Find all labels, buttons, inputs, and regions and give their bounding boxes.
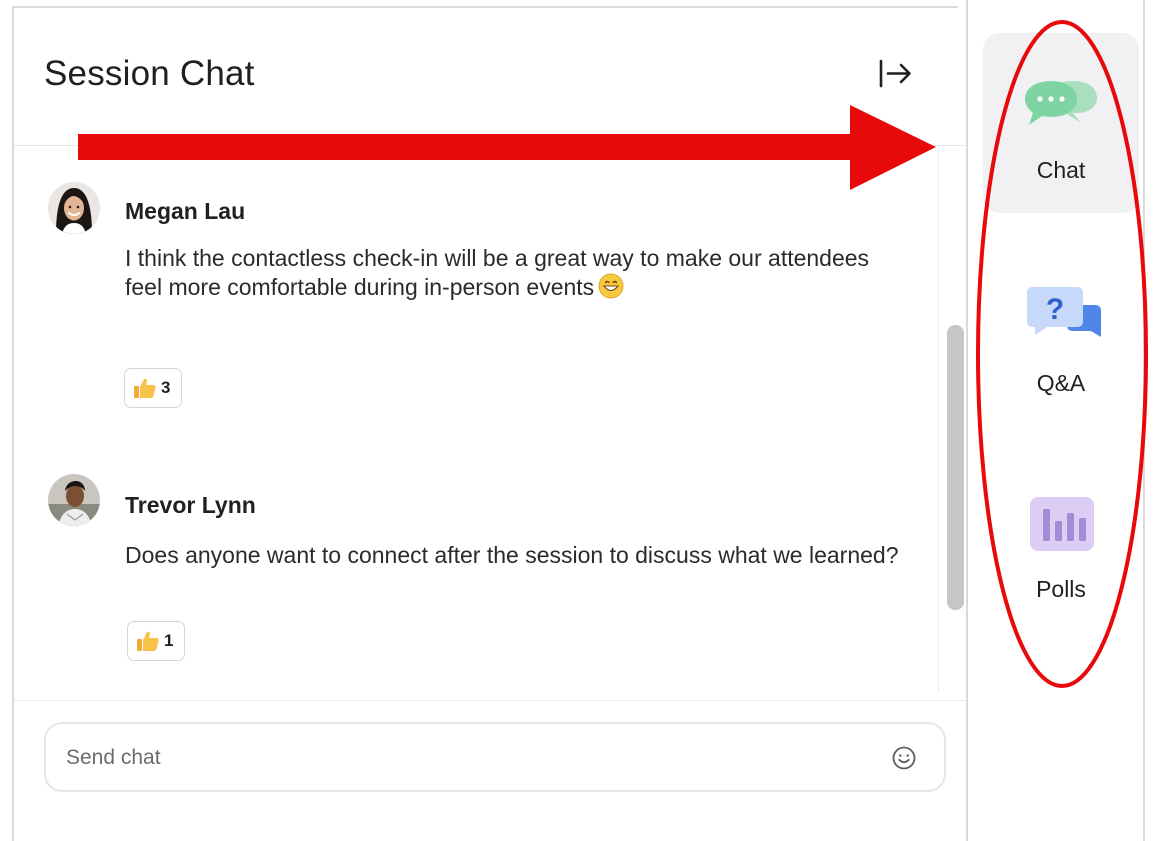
message-text: Does anyone want to connect after the se…	[125, 542, 899, 568]
chat-bubbles-icon	[1025, 81, 1097, 125]
scrollbar-thumb[interactable]	[947, 325, 964, 610]
reaction-count: 1	[164, 631, 174, 650]
rail-label: Polls	[1036, 576, 1086, 602]
rail-tab-polls[interactable]: Polls	[983, 480, 1139, 660]
rail-tab-chat[interactable]: Chat	[983, 33, 1139, 213]
chat-panel: Session Chat Megan Lau I think the conta…	[0, 0, 970, 841]
panel-right-border	[966, 0, 968, 841]
thumbs-up-icon	[137, 631, 159, 651]
avatar-trevor-lynn	[48, 474, 100, 526]
screenshot-stage: Session Chat Megan Lau I think the conta…	[0, 0, 1159, 841]
rail-tab-qa[interactable]: ? Q&A	[983, 265, 1139, 445]
collapse-right-icon	[879, 59, 911, 88]
send-chat-input[interactable]	[64, 724, 868, 792]
chat-message: Megan Lau I think the contactless check-…	[48, 182, 908, 422]
avatar-megan-lau	[48, 182, 100, 234]
collapse-panel-button[interactable]	[872, 52, 922, 96]
reaction-thumbs-up[interactable]: 3	[124, 368, 182, 408]
message-author: Trevor Lynn	[125, 492, 256, 518]
chat-message: Trevor Lynn Does anyone want to connect …	[48, 474, 908, 674]
emoji-picker-button[interactable]	[891, 745, 917, 771]
svg-text:?: ?	[1046, 293, 1064, 326]
rail-label: Q&A	[1036, 370, 1086, 396]
thumbs-up-icon	[134, 378, 156, 398]
message-author: Megan Lau	[125, 198, 246, 224]
reaction-count: 3	[161, 378, 171, 397]
chat-title: Session Chat	[44, 54, 255, 93]
send-chat-box	[44, 722, 946, 792]
header-divider	[14, 145, 966, 146]
grinning-face-emoji	[598, 273, 624, 299]
message-text: I think the contactless check-in will be…	[125, 244, 905, 302]
bar-chart-icon	[1030, 497, 1094, 551]
question-bubble-icon: ?	[1027, 287, 1101, 337]
rail-label: Chat	[1036, 157, 1086, 183]
input-divider	[14, 700, 966, 701]
rail-right-border	[1143, 0, 1145, 841]
avatar[interactable]	[48, 474, 100, 526]
reaction-thumbs-up[interactable]: 1	[127, 621, 185, 661]
avatar[interactable]	[48, 182, 100, 234]
smiley-icon	[892, 746, 916, 770]
message-body: I think the contactless check-in will be…	[125, 245, 870, 300]
